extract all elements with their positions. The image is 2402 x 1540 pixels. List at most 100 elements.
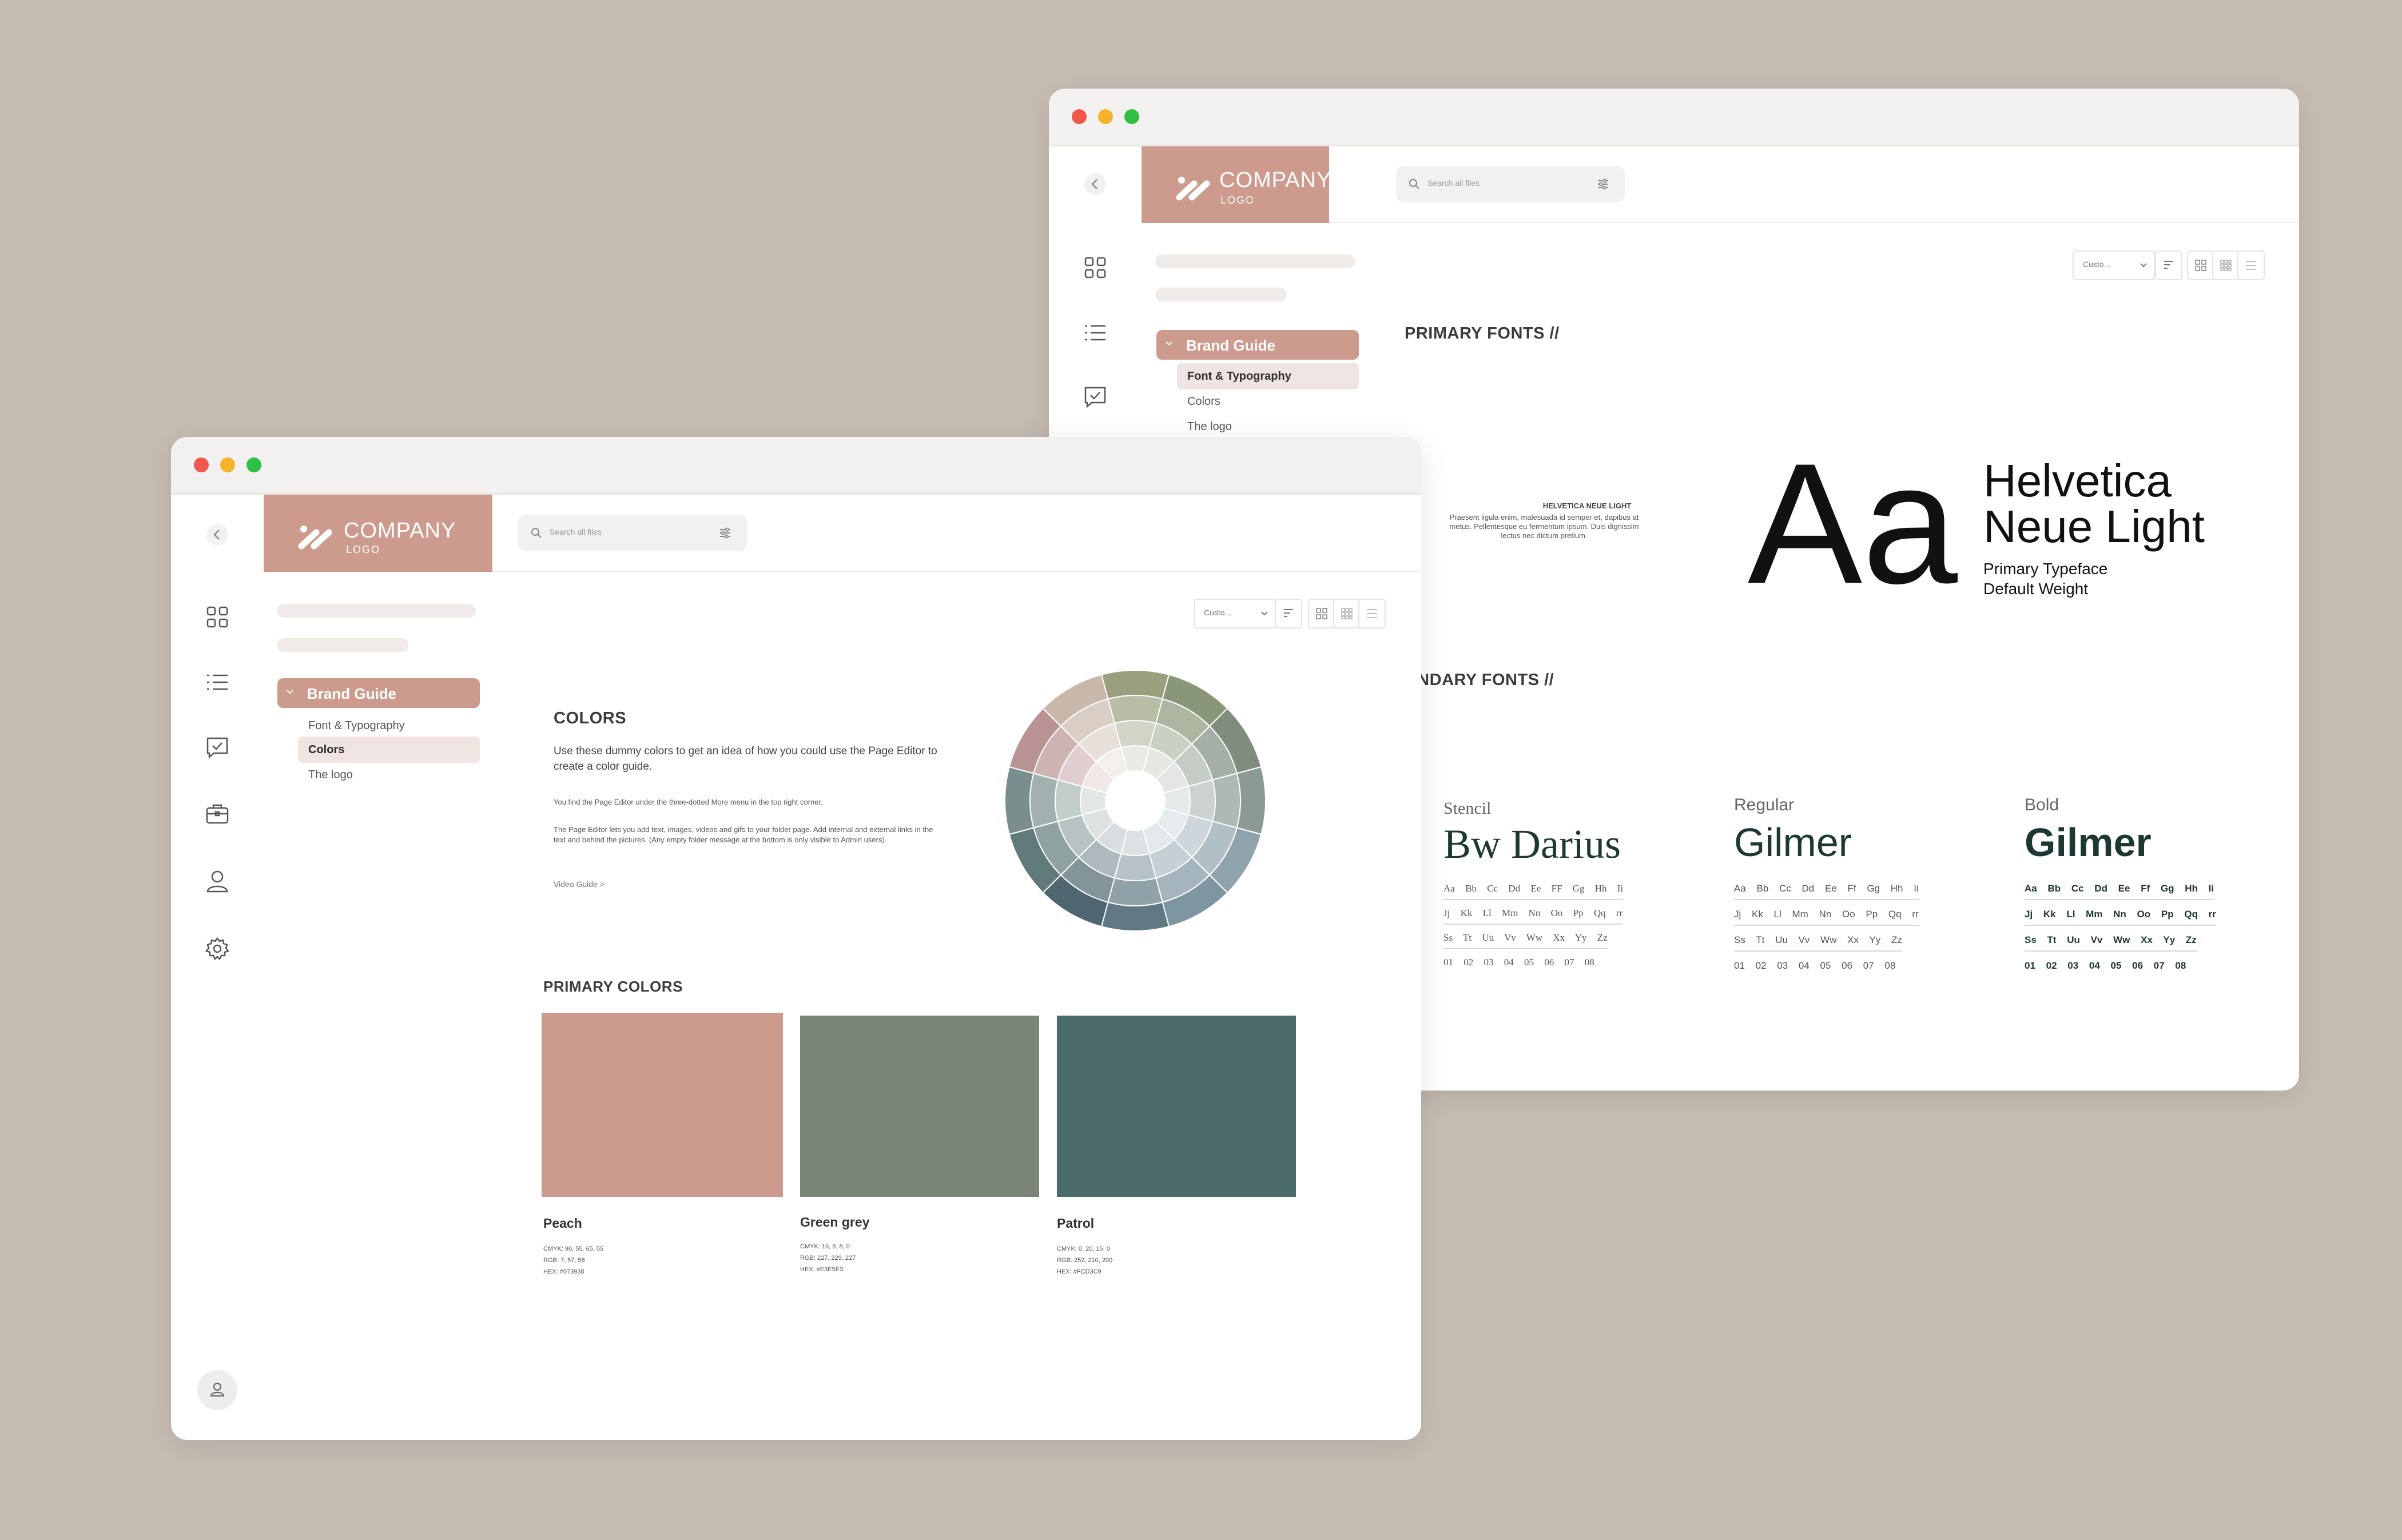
list-icon [2246, 261, 2256, 270]
sort-order-icon [1284, 609, 1293, 617]
view-large-grid-button[interactable] [2187, 250, 2214, 280]
sort-order-button[interactable] [2155, 250, 2182, 280]
user-icon[interactable] [205, 869, 230, 894]
nav-item-colors[interactable]: Colors [298, 737, 480, 763]
video-guide-link[interactable]: Video Guide > [554, 880, 605, 889]
sort-order-icon [2164, 261, 2173, 269]
colors-note: The Page Editor lets you add text, image… [554, 825, 933, 844]
color-swatch-green-grey[interactable] [800, 1016, 1039, 1197]
close-window-button[interactable] [194, 457, 209, 472]
color-wheel-segment [1029, 773, 1059, 829]
chevron-down-icon [1261, 611, 1268, 616]
color-wheel-segment [1187, 779, 1216, 822]
color-wheel-center [1105, 771, 1165, 830]
settings-gear-icon[interactable] [205, 936, 230, 961]
grid-view-icon[interactable] [205, 604, 230, 630]
logo-title: COMPANY [1219, 168, 1332, 192]
char-row: 01 02 03 04 05 06 07 08 [1443, 957, 1594, 968]
color-swatch-patrol[interactable] [1057, 1016, 1296, 1197]
swatch-hex: HEX: #073938 [543, 1268, 584, 1275]
close-window-button[interactable] [1072, 109, 1087, 124]
primary-colors-title: PRIMARY COLORS [543, 978, 683, 995]
sort-select[interactable]: Custo... [2073, 250, 2155, 280]
list-view-icon[interactable] [205, 670, 230, 695]
icon-rail [171, 495, 264, 1440]
back-arrow-icon[interactable] [1083, 172, 1108, 197]
minimize-window-button[interactable] [1098, 109, 1113, 124]
colors-lead-text: Use these dummy colors to get an idea of… [554, 745, 937, 773]
font-specimen: Aa [1748, 427, 1958, 619]
secondary-font-label: Regular [1734, 795, 1795, 814]
nav-item-colors[interactable]: Colors [1177, 388, 1359, 415]
swatch-values: CMYK: 10, 6, 8, 0 RGB: 227, 229, 227 HEX… [800, 1241, 856, 1275]
color-swatch-peach[interactable] [542, 1013, 783, 1197]
search-field[interactable]: Search all files [1396, 166, 1625, 202]
view-small-grid-button[interactable] [2212, 250, 2240, 280]
color-wheel-segment [1004, 766, 1035, 835]
color-wheel-segment [1100, 901, 1170, 932]
approval-chat-icon[interactable] [205, 735, 230, 760]
nav-item-font-typography[interactable]: Font & Typography [298, 713, 480, 739]
list-icon [1367, 609, 1377, 618]
nav-section-brand-guide[interactable]: Brand Guide [1156, 330, 1359, 360]
swatch-values: CMYK: 90, 55, 65, 55 RGB: 7, 57, 56 HEX:… [543, 1243, 603, 1278]
view-list-button[interactable] [2237, 250, 2265, 280]
colors-note: You find the Page Editor under the three… [554, 798, 823, 806]
view-large-grid-button[interactable] [1308, 599, 1335, 628]
view-small-grid-button[interactable] [1333, 599, 1361, 628]
color-wheel [1004, 670, 1266, 932]
view-list-button[interactable] [1358, 599, 1386, 628]
back-arrow-icon[interactable] [205, 522, 230, 547]
swatch-cmyk: CMYK: 90, 55, 65, 55 [543, 1245, 604, 1252]
nav-item-the-logo[interactable]: The logo [298, 762, 480, 788]
avatar[interactable] [197, 1370, 238, 1411]
logo-subtitle: LOGO [1220, 194, 1255, 206]
grid-view-icon[interactable] [1083, 255, 1108, 280]
char-row: Aa Bb Cc Dd Ee FF Gg Hh Ii [1443, 883, 1624, 900]
primary-font-name-line2: Neue Light [1983, 501, 2205, 552]
small-grid-icon [2220, 260, 2232, 271]
chevron-down-icon [1166, 341, 1172, 346]
header-divider [492, 571, 1421, 572]
secondary-font-name: Bw Darius [1443, 821, 1621, 867]
maximize-window-button[interactable] [246, 457, 261, 472]
maximize-window-button[interactable] [1124, 109, 1139, 124]
char-row: Ss Tt Uu Vv Ww Xx Yy Zz [1734, 934, 1902, 952]
approval-chat-icon[interactable] [1083, 384, 1108, 409]
swatch-name: Peach [543, 1216, 582, 1231]
logo-mark-icon [1176, 177, 1210, 201]
char-row: Aa Bb Cc Dd Ee Ff Gg Hh Ii [1734, 883, 1919, 900]
color-wheel-segment [1113, 853, 1157, 881]
swatch-rgb: RGB: 7, 57, 56 [543, 1257, 585, 1264]
char-row: 01 02 03 04 05 06 07 08 [1734, 960, 1896, 971]
briefcase-icon[interactable] [205, 801, 230, 826]
nav-item-the-logo[interactable]: The logo [1177, 413, 1359, 440]
nav-item-font-typography[interactable]: Font & Typography [1177, 363, 1359, 389]
swatch-hex: HEX: #FCD3C9 [1057, 1268, 1101, 1275]
minimize-window-button[interactable] [220, 457, 235, 472]
window-titlebar [171, 437, 1421, 495]
large-grid-icon [2195, 260, 2206, 271]
sort-select[interactable]: Custo... [1194, 599, 1276, 628]
nav-section-brand-guide[interactable]: Brand Guide [277, 678, 480, 708]
list-view-icon[interactable] [1083, 320, 1108, 345]
filter-sliders-icon[interactable] [1596, 177, 1610, 191]
color-wheel-segment [1107, 877, 1163, 906]
filter-sliders-icon[interactable] [718, 526, 732, 540]
search-placeholder: Search all files [1427, 178, 1480, 188]
swatch-cmyk: CMYK: 10, 6, 8, 0 [800, 1243, 850, 1250]
char-row: Ss Tt Uu Vv Ww Xx Yy Zz [1443, 932, 1608, 949]
sort-order-button[interactable] [1275, 599, 1302, 628]
colors-title: COLORS [554, 709, 627, 727]
search-icon [531, 528, 542, 538]
search-field[interactable]: Search all files [518, 515, 747, 551]
swatch-name: Patrol [1057, 1216, 1095, 1231]
char-row: Jj Kk Ll Mm Nn Oo Pp Qq rr [1734, 909, 1919, 926]
company-logo[interactable]: COMPANY LOGO [1142, 146, 1332, 223]
chevron-down-icon [287, 690, 293, 694]
swatch-rgb: RGB: 252, 210, 200 [1057, 1257, 1113, 1264]
company-logo[interactable]: COMPANY LOGO [264, 495, 492, 572]
header-divider [1329, 222, 2299, 223]
swatch-values: CMYK: 0, 20, 15, 0 RGB: 252, 210, 200 HE… [1057, 1243, 1112, 1278]
char-row: Aa Bb Cc Dd Ee Ff Gg Hh Ii [2025, 883, 2214, 900]
